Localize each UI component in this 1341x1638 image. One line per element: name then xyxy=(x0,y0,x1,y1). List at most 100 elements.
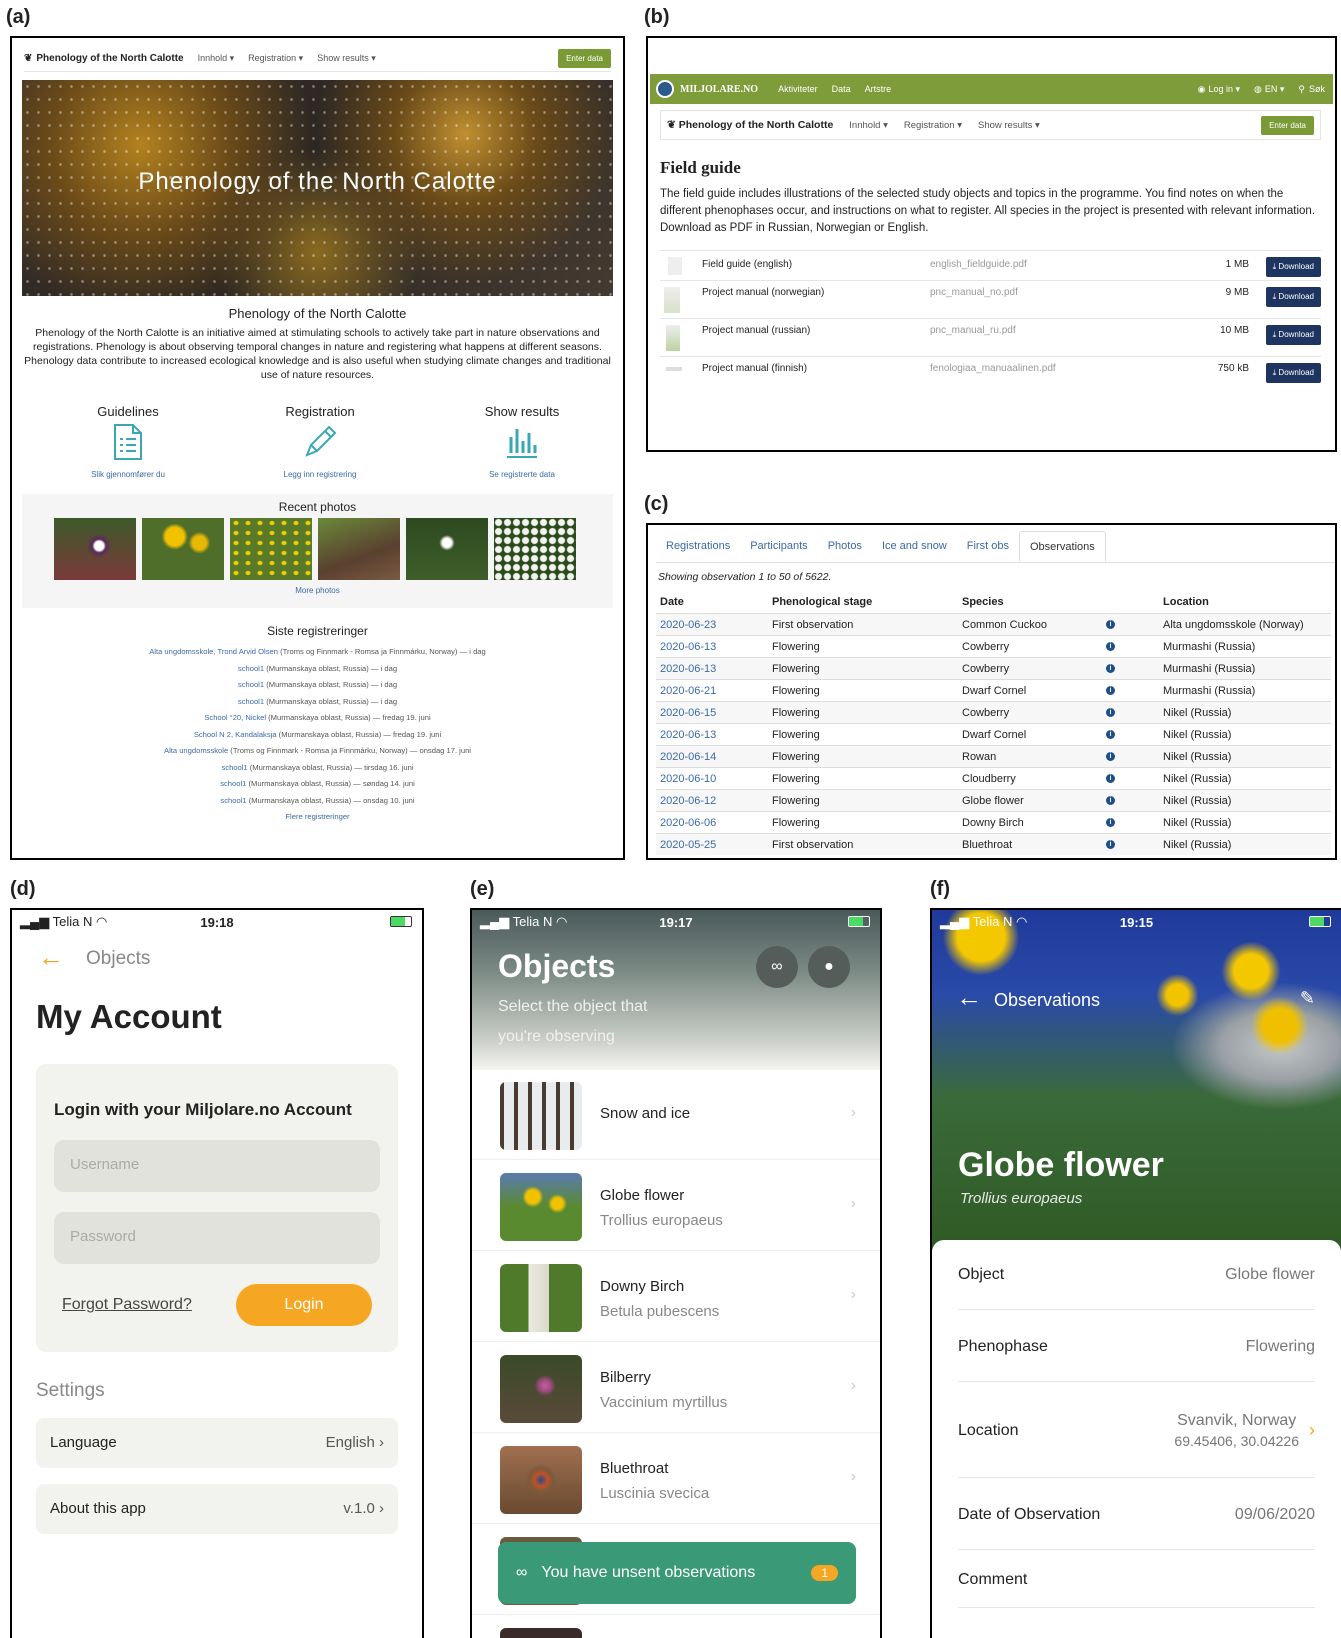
obs-date[interactable]: 2020-06-13 xyxy=(660,641,716,653)
language-row[interactable]: Language English › xyxy=(36,1418,398,1468)
back-label[interactable]: Observations xyxy=(994,990,1100,1011)
registration-col[interactable]: Registration Legg inn registrering xyxy=(240,404,400,479)
object-item-bluethroat[interactable]: Bluethroat Luscinia svecica › xyxy=(472,1434,880,1524)
object-item-globe-flower[interactable]: Globe flower Trollius europaeus › xyxy=(472,1161,880,1251)
download-button[interactable]: ⤓ Download xyxy=(1265,257,1321,277)
tab-first-obs[interactable]: First obs xyxy=(957,531,1019,562)
back-arrow-icon[interactable]: ← xyxy=(956,982,982,1013)
info-icon[interactable]: i xyxy=(1106,664,1115,673)
language-menu[interactable]: EN ▾ xyxy=(1265,84,1285,95)
info-icon[interactable]: i xyxy=(1106,818,1115,827)
school-link[interactable]: school1 xyxy=(221,763,247,772)
more-photos-link[interactable]: More photos xyxy=(22,586,613,595)
tab-photos[interactable]: Photos xyxy=(818,531,872,562)
menu-innhold[interactable]: Innhold ▾ xyxy=(198,53,235,64)
download-button[interactable]: ⤓ Download xyxy=(1265,363,1321,383)
tab-registrations[interactable]: Registrations xyxy=(656,531,740,562)
detail-row-comment[interactable]: Comment xyxy=(958,1552,1315,1608)
info-icon[interactable]: i xyxy=(1106,642,1115,651)
menu-innhold[interactable]: Innhold ▾ xyxy=(849,120,888,131)
about-row[interactable]: About this app v.1.0 › xyxy=(36,1484,398,1534)
school-link[interactable]: school1 xyxy=(220,779,246,788)
miljolare-logo[interactable]: MILJOLARE.NO xyxy=(680,84,758,95)
download-button[interactable]: ⤓ Download xyxy=(1265,325,1321,345)
file-link[interactable]: pnc_manual_ru.pdf xyxy=(930,325,1016,336)
site-brand[interactable]: ❦ Phenology of the North Calotte xyxy=(667,119,833,131)
recent-photo[interactable] xyxy=(54,518,136,580)
flere-link[interactable]: Flere registreringer xyxy=(12,809,623,826)
recent-photo[interactable] xyxy=(318,518,400,580)
login-menu[interactable]: Log in ▾ xyxy=(1208,84,1240,95)
menu-registration[interactable]: Registration ▾ xyxy=(904,120,962,131)
site-brand[interactable]: ❦ Phenology of the North Calotte xyxy=(24,53,184,64)
unsent-observations-banner[interactable]: ∞ You have unsent observations 1 xyxy=(498,1542,856,1604)
info-icon[interactable]: i xyxy=(1106,796,1115,805)
obs-date[interactable]: 2020-06-06 xyxy=(660,817,716,829)
registration-link[interactable]: Legg inn registrering xyxy=(240,470,400,479)
detail-row-location[interactable]: Location Svanvik, Norway 69.45406, 30.042… xyxy=(958,1384,1315,1478)
object-item-bilberry[interactable]: Bilberry Vaccinium myrtillus › xyxy=(472,1343,880,1433)
enter-data-button[interactable]: Enter data xyxy=(558,49,611,68)
file-link[interactable]: fenologiaa_manuaalinen.pdf xyxy=(930,363,1056,374)
school-link[interactable]: school1 xyxy=(238,697,264,706)
download-button[interactable]: ⤓ Download xyxy=(1265,287,1321,307)
info-icon[interactable]: i xyxy=(1106,708,1115,717)
username-field[interactable]: Username xyxy=(54,1140,380,1192)
file-link[interactable]: english_fieldguide.pdf xyxy=(930,259,1027,270)
obs-date[interactable]: 2020-06-14 xyxy=(660,751,716,763)
obs-date[interactable]: 2020-06-23 xyxy=(660,619,716,631)
search-link[interactable]: Søk xyxy=(1309,84,1325,94)
obs-date[interactable]: 2020-06-13 xyxy=(660,663,716,675)
school-link[interactable]: school1 xyxy=(220,796,246,805)
info-icon[interactable]: i xyxy=(1106,774,1115,783)
obs-date[interactable]: 2020-06-10 xyxy=(660,773,716,785)
obs-date[interactable]: 2020-06-21 xyxy=(660,685,716,697)
enter-data-button[interactable]: Enter data xyxy=(1261,115,1314,135)
show-results-col[interactable]: Show results Se registrerte data xyxy=(442,404,602,479)
show-results-link[interactable]: Se registrerte data xyxy=(442,470,602,479)
login-button[interactable]: Login xyxy=(236,1284,372,1326)
obs-date[interactable]: 2020-06-13 xyxy=(660,729,716,741)
tab-ice-and-snow[interactable]: Ice and snow xyxy=(872,531,957,562)
school-link[interactable]: Alta ungdomsskole xyxy=(164,746,228,755)
guidelines-col[interactable]: Guidelines Slik gjennomfører du xyxy=(48,404,208,479)
menu-data[interactable]: Data xyxy=(832,84,851,94)
menu-show-results[interactable]: Show results ▾ xyxy=(317,53,376,64)
tab-participants[interactable]: Participants xyxy=(740,531,817,562)
school-link[interactable]: school1 xyxy=(238,664,264,673)
school-link[interactable]: School N 2, Kandalaksja xyxy=(194,730,277,739)
edit-pencil-icon[interactable]: ✎ xyxy=(1300,988,1315,1009)
obs-date[interactable]: 2020-06-15 xyxy=(660,707,716,719)
info-icon[interactable]: i xyxy=(1106,620,1115,629)
recent-photo[interactable] xyxy=(230,518,312,580)
back-label[interactable]: Objects xyxy=(86,948,150,970)
school-link[interactable]: school1 xyxy=(238,680,264,689)
info-icon[interactable]: i xyxy=(1106,840,1115,849)
info-icon[interactable]: i xyxy=(1106,752,1115,761)
school-link[interactable]: School °20, Nickel xyxy=(204,713,266,722)
forgot-password-link[interactable]: Forgot Password? xyxy=(62,1296,192,1314)
profile-icon[interactable]: ● xyxy=(808,946,850,988)
menu-artstre[interactable]: Artstre xyxy=(865,84,892,94)
info-icon[interactable]: i xyxy=(1106,730,1115,739)
object-item-snow-and-ice[interactable]: Snow and ice › xyxy=(472,1070,880,1160)
object-item-partial[interactable] xyxy=(472,1616,880,1638)
file-link[interactable]: pnc_manual_no.pdf xyxy=(930,287,1018,298)
obs-date[interactable]: 2020-06-12 xyxy=(660,795,716,807)
menu-show-results[interactable]: Show results ▾ xyxy=(978,120,1040,131)
detail-row-date[interactable]: Date of Observation 09/06/2020 xyxy=(958,1480,1315,1550)
guidelines-link[interactable]: Slik gjennomfører du xyxy=(48,470,208,479)
school-link[interactable]: Alta ungdomsskole, Trond Arvid Olsen xyxy=(149,647,278,656)
object-item-downy-birch[interactable]: Downy Birch Betula pubescens › xyxy=(472,1252,880,1342)
back-arrow-icon[interactable]: ← xyxy=(38,942,64,973)
password-field[interactable]: Password xyxy=(54,1212,380,1264)
menu-aktiviteter[interactable]: Aktiviteter xyxy=(778,84,818,94)
menu-registration[interactable]: Registration ▾ xyxy=(248,53,303,64)
recent-photo[interactable] xyxy=(494,518,576,580)
recent-photo[interactable] xyxy=(142,518,224,580)
info-icon[interactable]: i xyxy=(1106,686,1115,695)
recent-photo[interactable] xyxy=(406,518,488,580)
obs-date[interactable]: 2020-05-25 xyxy=(660,839,716,851)
binoculars-icon[interactable]: ∞ xyxy=(756,946,798,988)
tab-observations[interactable]: Observations xyxy=(1018,531,1106,562)
